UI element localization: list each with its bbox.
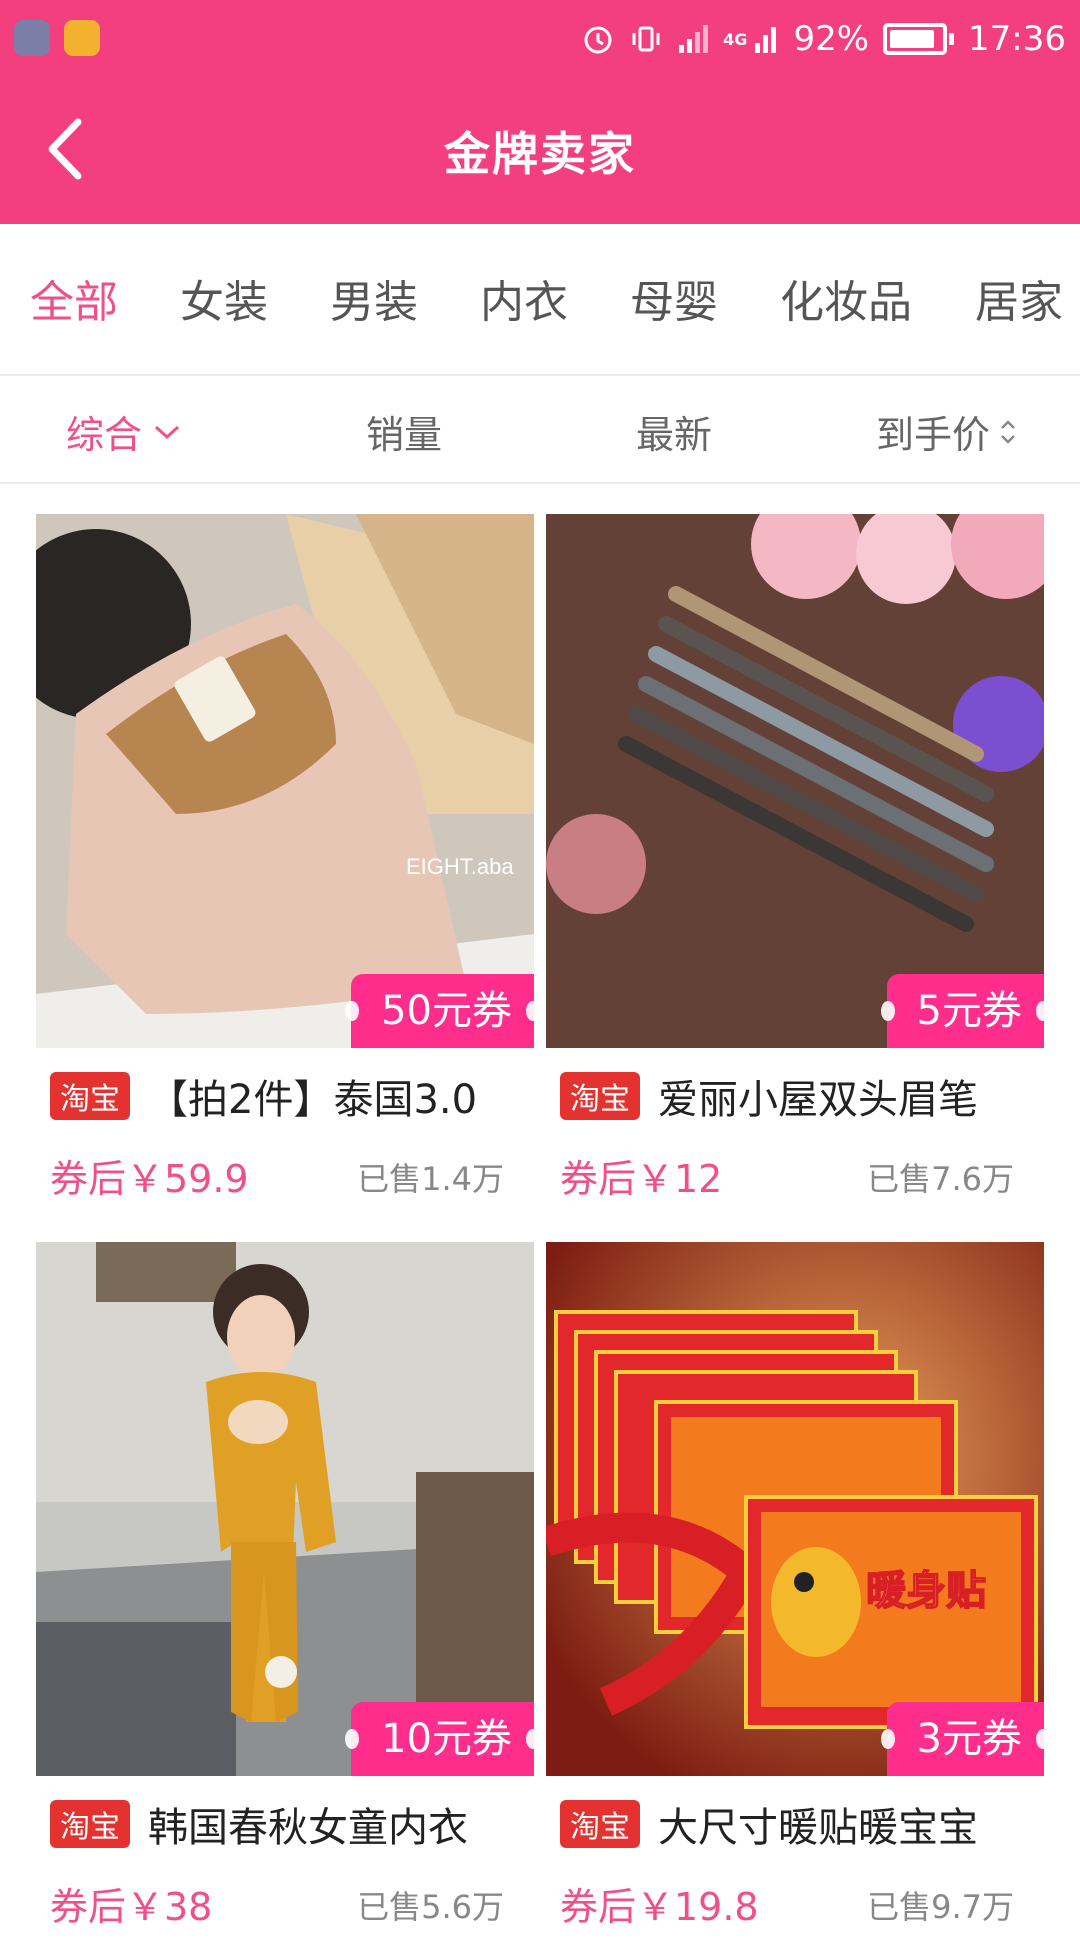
sort-sales[interactable]: 销量 [366,404,442,459]
sort-final-price[interactable]: 到手价 [876,404,1018,459]
battery-percent: 92% [793,19,870,59]
product-card[interactable]: 5元券 淘宝 爱丽小屋双头眉笔 券后￥12 已售7.6万 [546,514,1044,1214]
sort-newest[interactable]: 最新 [636,404,712,459]
product-title: 爱丽小屋双头眉笔 [658,1077,978,1123]
tab-baby[interactable]: 母婴 [630,266,718,330]
chevron-down-icon [155,425,180,439]
coupon-badge: 5元券 [880,974,1044,1048]
sort-final-price-label: 到手价 [876,413,991,457]
sort-sales-label: 销量 [366,413,443,457]
category-tabs: 全部 女装 男装 内衣 母婴 化妆品 居家 [0,224,1080,376]
tab-home[interactable]: 居家 [975,266,1063,330]
sort-updown-icon [1001,419,1015,444]
platform-badge: 淘宝 [560,1800,640,1848]
signal-4g-icon [755,27,777,53]
product-price: 券后￥12 [560,1157,723,1201]
tab-all[interactable]: 全部 [30,266,118,330]
product-image: 10元券 [36,1242,534,1776]
network-type-label: 4G [723,29,748,49]
product-price: 券后￥59.9 [50,1157,249,1201]
battery-icon [883,23,955,55]
product-image: 暖身贴 3元券 [546,1242,1044,1776]
product-title: 大尺寸暖贴暖宝宝 [658,1805,978,1851]
sort-newest-label: 最新 [636,413,713,457]
screenshot-app-icon [14,20,50,56]
sold-count: 已售1.4万 [357,1160,504,1198]
product-title-row: 淘宝 【拍2件】泰国3.0 [50,1066,534,1126]
product-card[interactable]: 10元券 淘宝 韩国春秋女童内衣 券后￥38 已售5.6万 [36,1242,534,1942]
product-price: 券后￥19.8 [560,1885,759,1929]
image-watermark: EIGHT.aba [406,854,514,879]
image-pack-text: 暖身贴 [866,1568,986,1614]
product-price: 券后￥38 [50,1885,213,1929]
sort-bar: 综合 销量 最新 到手价 [0,376,1080,484]
tab-underwear[interactable]: 内衣 [480,266,568,330]
sold-count: 已售7.6万 [867,1160,1014,1198]
top-bar: 4G 92% 17:36 金牌卖家 [0,0,1080,224]
system-icons: 4G 92% 17:36 [581,0,1080,78]
product-title: 韩国春秋女童内衣 [148,1805,468,1851]
sold-count: 已售5.6万 [357,1888,504,1926]
sort-overall[interactable]: 综合 [66,404,184,459]
coupon-badge: 3元券 [880,1702,1044,1776]
product-image: 5元券 [546,514,1044,1048]
sold-count: 已售9.7万 [867,1888,1014,1926]
page-title: 金牌卖家 [444,127,636,181]
alarm-icon [584,26,612,54]
signal-icon [679,25,709,53]
product-image: EIGHT.aba 50元券 [36,514,534,1048]
product-title-row: 淘宝 爱丽小屋双头眉笔 [560,1066,1044,1126]
platform-badge: 淘宝 [50,1800,130,1848]
product-title-row: 淘宝 韩国春秋女童内衣 [50,1794,534,1854]
platform-badge: 淘宝 [50,1072,130,1120]
platform-badge: 淘宝 [560,1072,640,1120]
product-title: 【拍2件】泰国3.0 [148,1077,478,1123]
coupon-badge: 10元券 [345,1702,534,1776]
product-card[interactable]: 暖身贴 3元券 淘宝 大尺寸暖贴暖宝宝 券后￥19.8 已售9.7万 [546,1242,1044,1942]
tab-womens[interactable]: 女装 [180,266,268,330]
tab-mens[interactable]: 男装 [330,266,418,330]
product-card[interactable]: EIGHT.aba 50元券 淘宝 【拍2件】泰国3.0 券后￥59.9 已售1… [36,514,534,1214]
music-app-icon [64,20,100,56]
status-bar: 4G 92% 17:36 [0,0,1080,78]
tab-cosmetics[interactable]: 化妆品 [780,266,912,330]
clock: 17:36 [968,19,1066,59]
sort-overall-label: 综合 [66,413,143,457]
product-title-row: 淘宝 大尺寸暖贴暖宝宝 [560,1794,1044,1854]
coupon-badge: 50元券 [345,974,534,1048]
vibrate-icon [632,26,660,52]
